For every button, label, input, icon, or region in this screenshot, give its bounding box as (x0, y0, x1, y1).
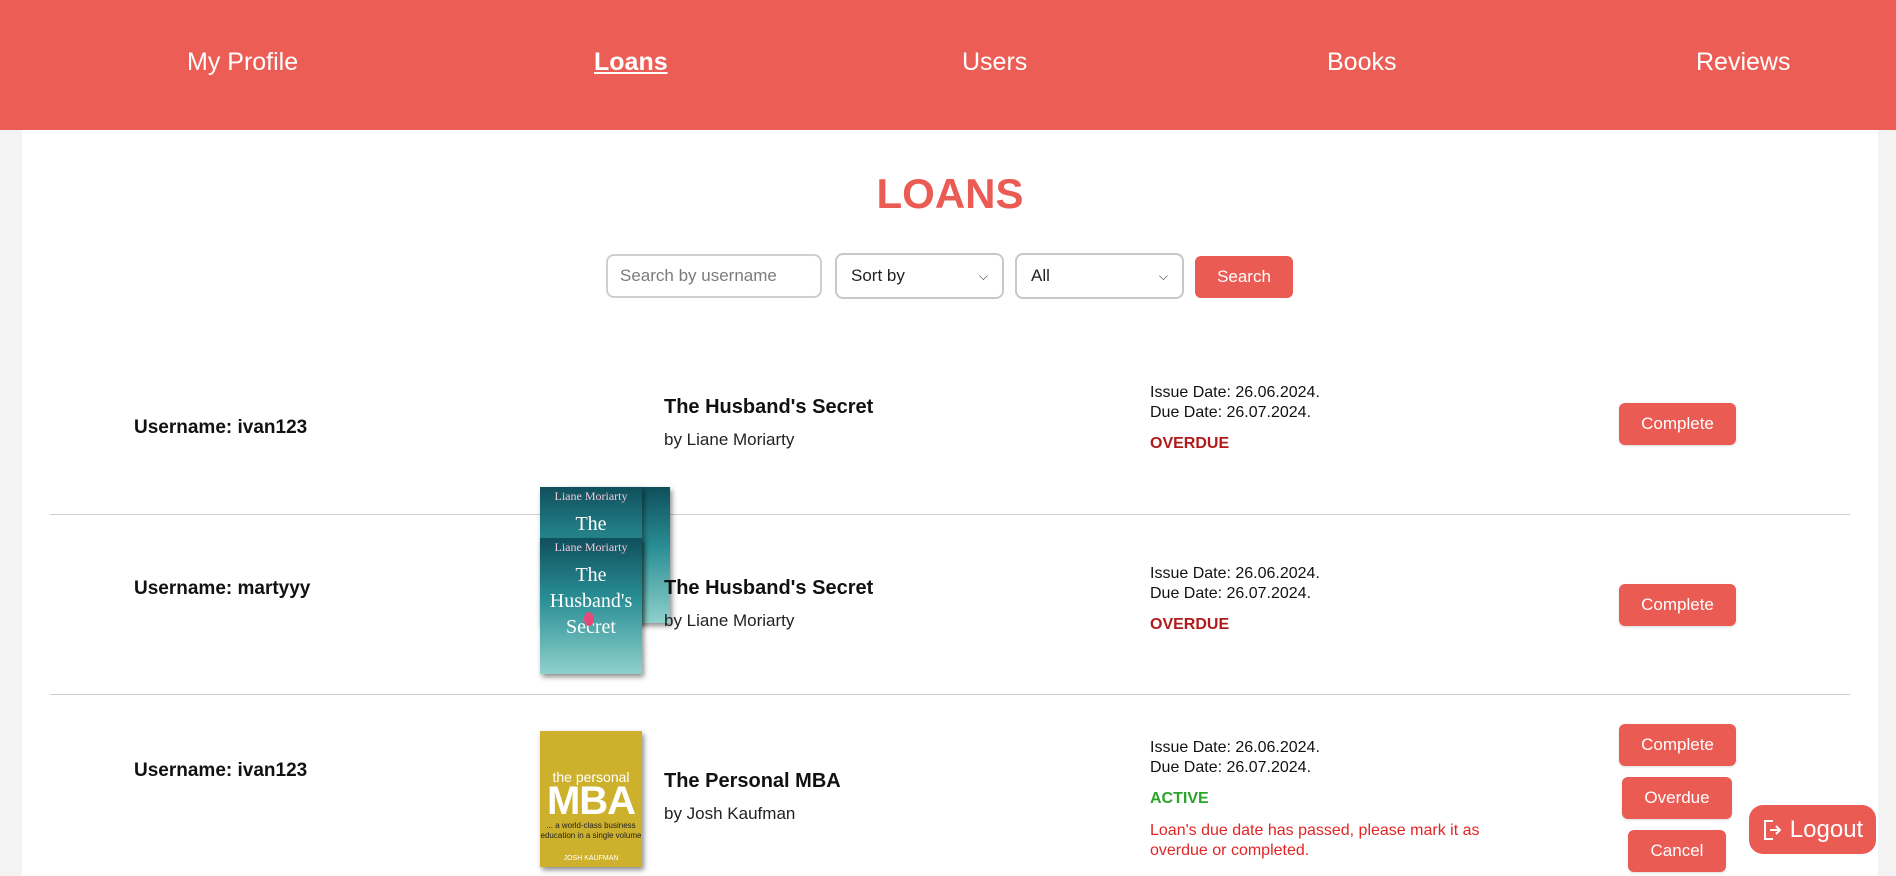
complete-button[interactable]: Complete (1619, 403, 1736, 445)
page-title: LOANS (876, 170, 1024, 217)
search-button[interactable]: Search (1195, 256, 1293, 298)
logout-button[interactable]: Logout (1749, 805, 1876, 854)
issue-date: Issue Date: 26.06.2024. (1150, 739, 1320, 756)
book-cover-husbands-secret: Liane Moriarty The Husband's Secret (540, 538, 642, 674)
complete-button[interactable]: Complete (1619, 724, 1736, 766)
loan-dates: Issue Date: 26.06.2024. Due Date: 26.07.… (1150, 383, 1320, 423)
nav-users[interactable]: Users (962, 48, 1027, 77)
status-badge: OVERDUE (1150, 435, 1230, 452)
due-date: Due Date: 26.07.2024. (1150, 404, 1312, 421)
complete-button[interactable]: Complete (1619, 584, 1736, 626)
nav-my-profile[interactable]: My Profile (187, 48, 298, 77)
cover-author-text: Liane Moriarty (554, 540, 628, 554)
book-title: The Husband's Secret (664, 396, 874, 418)
search-input[interactable] (606, 254, 822, 298)
cover-tagline-text: ... a world-class business education in … (540, 821, 642, 840)
nav-reviews[interactable]: Reviews (1696, 48, 1790, 77)
logout-label: Logout (1789, 815, 1864, 843)
due-date: Due Date: 26.07.2024. (1150, 759, 1312, 776)
loan-row: Username: martyyy (50, 514, 1850, 695)
loan-row: Username: ivan123 (50, 350, 1850, 623)
issue-date: Issue Date: 26.06.2024. (1150, 384, 1320, 401)
book-author: by Liane Moriarty (664, 611, 795, 630)
loan-row: Username: ivan123 (50, 694, 1850, 876)
book-author: by Josh Kaufman (664, 804, 796, 823)
book-title: The Personal MBA (664, 770, 841, 792)
loan-username: Username: ivan123 (134, 417, 308, 438)
logout-icon (1763, 819, 1782, 840)
top-nav: My Profile Loans Users Books Reviews (0, 0, 1896, 130)
status-badge: OVERDUE (1150, 616, 1230, 633)
status-filter-value: All (1031, 266, 1050, 285)
cover-title-text: The Husband's Secret (549, 564, 633, 638)
loan-dates: Issue Date: 26.06.2024. Due Date: 26.07.… (1150, 564, 1320, 604)
book-title: The Husband's Secret (664, 577, 874, 599)
overdue-warning-text: Loan's due date has passed, please mark … (1150, 822, 1480, 859)
loan-username: Username: ivan123 (134, 760, 308, 781)
loans-panel: LOANS Sort by ⌵ All ⌵ Search Username: i… (22, 130, 1878, 876)
loan-username: Username: martyyy (134, 578, 311, 599)
chevron-down-icon: ⌵ (1158, 268, 1168, 283)
cancel-button[interactable]: Cancel (1628, 830, 1726, 872)
nav-loans[interactable]: Loans (594, 48, 668, 77)
cover-title-text: MBA (546, 779, 636, 823)
chevron-down-icon: ⌵ (978, 268, 988, 283)
book-author: by Liane Moriarty (664, 430, 795, 449)
sort-select[interactable]: Sort by ⌵ (835, 253, 1004, 299)
sort-select-value: Sort by (851, 266, 905, 285)
due-date: Due Date: 26.07.2024. (1150, 585, 1312, 602)
issue-date: Issue Date: 26.06.2024. (1150, 565, 1320, 582)
cover-author-text: Liane Moriarty (554, 489, 628, 503)
status-badge: ACTIVE (1150, 790, 1209, 807)
status-filter-select[interactable]: All ⌵ (1015, 253, 1184, 299)
loan-dates: Issue Date: 26.06.2024. Due Date: 26.07.… (1150, 738, 1320, 778)
cover-decoration (584, 612, 594, 626)
overdue-button[interactable]: Overdue (1622, 777, 1732, 819)
cover-author-text: JOSH KAUFMAN (563, 855, 619, 862)
nav-books[interactable]: Books (1327, 48, 1396, 77)
book-cover-personal-mba: the personal MBA ... a world-class busin… (540, 731, 642, 867)
